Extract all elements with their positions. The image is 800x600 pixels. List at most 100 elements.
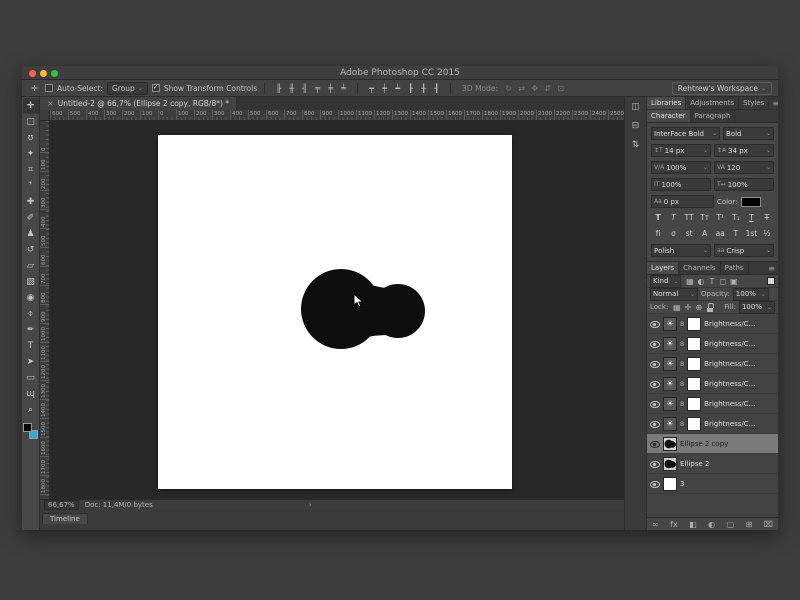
layer-mask-icon[interactable]: ◧: [689, 520, 697, 529]
close-window-button[interactable]: [29, 70, 36, 77]
visibility-eye-icon[interactable]: [650, 479, 660, 489]
marquee-tool[interactable]: ▢: [23, 114, 39, 130]
3d-rotate-icon[interactable]: ↻: [502, 84, 515, 93]
layer-row[interactable]: ☀ 8 Brightness/C...: [647, 314, 778, 334]
lock-pixels-icon[interactable]: ✛: [682, 303, 693, 312]
layer-name[interactable]: Brightness/C...: [704, 420, 775, 428]
titling-alternates-button[interactable]: T: [730, 228, 742, 240]
fractions-button[interactable]: ½: [761, 228, 773, 240]
path-selection-tool[interactable]: ➤: [23, 354, 39, 370]
subscript-button[interactable]: T₁: [730, 212, 742, 224]
auto-select-target-select[interactable]: Group: [107, 82, 148, 95]
visibility-eye-icon[interactable]: [650, 379, 660, 389]
visibility-eye-icon[interactable]: [650, 439, 660, 449]
collapsed-panel-icon-3[interactable]: ⇅: [632, 140, 640, 150]
layer-filter-toggle[interactable]: [767, 277, 775, 285]
show-transform-controls-checkbox[interactable]: [152, 84, 160, 92]
align-left-icon[interactable]: ╟: [272, 84, 285, 93]
visibility-eye-icon[interactable]: [650, 459, 660, 469]
layer-row[interactable]: ☀ 8 Brightness/C...: [647, 394, 778, 414]
workspace-select[interactable]: Rehtrew's Workspace: [672, 82, 772, 95]
tab-paragraph[interactable]: Paragraph: [691, 110, 736, 122]
layer-group-icon[interactable]: ▢: [727, 520, 735, 529]
layer-name[interactable]: Brightness/C...: [704, 320, 775, 328]
move-tool[interactable]: ✛: [23, 98, 39, 114]
layer-name[interactable]: Brightness/C...: [704, 400, 775, 408]
tab-adjustments[interactable]: Adjustments: [686, 97, 739, 109]
adjustment-thumbnail[interactable]: ☀: [663, 417, 677, 431]
auto-select-checkbox[interactable]: [45, 84, 53, 92]
filter-adjustment-icon[interactable]: ◐: [695, 277, 706, 286]
lock-transparent-icon[interactable]: ▦: [671, 303, 682, 312]
layer-name[interactable]: Brightness/C...: [704, 380, 775, 388]
panel-menu-icon[interactable]: ≡: [769, 97, 778, 109]
filter-pixel-icon[interactable]: ▦: [684, 277, 695, 286]
3d-drag-icon[interactable]: ✥: [528, 84, 541, 93]
3d-slide-icon[interactable]: ⇵: [541, 84, 554, 93]
ordinals-button[interactable]: 1st: [745, 228, 757, 240]
blend-mode-select[interactable]: Normal: [650, 288, 698, 301]
layer-row[interactable]: Ellipse 2: [647, 454, 778, 474]
foreground-color-swatch[interactable]: [23, 423, 32, 432]
language-select[interactable]: Polish: [651, 244, 711, 257]
mask-thumbnail[interactable]: [687, 417, 701, 431]
layer-filter-kind-select[interactable]: Kind: [650, 275, 681, 288]
mask-thumbnail[interactable]: [687, 397, 701, 411]
lock-position-icon[interactable]: ⊕: [693, 303, 704, 312]
3d-roll-icon[interactable]: ⇄: [515, 84, 528, 93]
opacity-select[interactable]: 100%: [733, 288, 769, 301]
align-v-center-icon[interactable]: ╪: [324, 84, 337, 93]
visibility-eye-icon[interactable]: [650, 339, 660, 349]
distribute-right-icon[interactable]: ┨: [430, 84, 443, 93]
healing-brush-tool[interactable]: ✚: [23, 194, 39, 210]
adjustment-thumbnail[interactable]: ☀: [663, 317, 677, 331]
leading-field[interactable]: ↕A 34 px: [714, 144, 774, 157]
baseline-shift-field[interactable]: Aa 0 px: [651, 195, 714, 208]
align-top-icon[interactable]: ╤: [311, 84, 324, 93]
ligatures-button[interactable]: fi: [652, 228, 664, 240]
filter-shape-icon[interactable]: ◻: [717, 277, 728, 286]
filter-type-icon[interactable]: T: [706, 277, 717, 286]
discretionary-ligatures-button[interactable]: st: [683, 228, 695, 240]
history-brush-tool[interactable]: ↺: [23, 242, 39, 258]
layer-thumbnail[interactable]: [663, 457, 677, 471]
kerning-field[interactable]: V/A 100%: [651, 161, 711, 174]
status-expand-arrow[interactable]: ›: [309, 501, 312, 509]
new-layer-icon[interactable]: ⊞: [746, 520, 753, 529]
canvas-viewport[interactable]: [50, 121, 624, 499]
shape-tool[interactable]: ▭: [23, 370, 39, 386]
fill-select[interactable]: 100%: [739, 301, 775, 314]
layer-row-selected[interactable]: Ellipse 2 copy: [647, 434, 778, 454]
adjustment-thumbnail[interactable]: ☀: [663, 377, 677, 391]
tab-libraries[interactable]: Libraries: [647, 97, 686, 109]
quick-selection-tool[interactable]: ✦: [23, 146, 39, 162]
underline-button[interactable]: T: [745, 212, 757, 224]
tab-channels[interactable]: Channels: [679, 262, 720, 274]
align-right-icon[interactable]: ╢: [298, 84, 311, 93]
layer-name[interactable]: Ellipse 2: [680, 460, 775, 468]
timeline-panel-tab[interactable]: Timeline: [42, 513, 88, 524]
mask-thumbnail[interactable]: [687, 317, 701, 331]
horizontal-ruler[interactable]: 6005004003002001000100200300400500600700…: [50, 110, 624, 120]
layer-thumbnail[interactable]: [663, 477, 677, 491]
layer-row[interactable]: ☀ 8 Brightness/C...: [647, 374, 778, 394]
zoom-tool[interactable]: ⌕: [23, 402, 39, 418]
tab-paths[interactable]: Paths: [721, 262, 749, 274]
align-bottom-icon[interactable]: ╧: [337, 84, 350, 93]
mask-thumbnail[interactable]: [687, 357, 701, 371]
font-style-select[interactable]: Bold: [723, 127, 774, 140]
align-h-center-icon[interactable]: ╫: [285, 84, 298, 93]
zoom-level-field[interactable]: 66,67%: [44, 500, 79, 510]
eraser-tool[interactable]: ▱: [23, 258, 39, 274]
document-tab[interactable]: × Untitled-2 @ 66,7% (Ellipse 2 copy, RG…: [40, 97, 237, 110]
distribute-bottom-icon[interactable]: ┷: [391, 84, 404, 93]
visibility-eye-icon[interactable]: [650, 319, 660, 329]
adjustment-thumbnail[interactable]: ☀: [663, 337, 677, 351]
collapsed-panel-icon-2[interactable]: ⊟: [632, 121, 640, 131]
adjustment-thumbnail[interactable]: ☀: [663, 397, 677, 411]
lasso-tool[interactable]: ʊ: [23, 130, 39, 146]
all-caps-button[interactable]: TT: [683, 212, 695, 224]
filter-smart-icon[interactable]: ▣: [728, 277, 739, 286]
contextual-alternates-button[interactable]: σ: [668, 228, 680, 240]
strikethrough-button[interactable]: T: [761, 212, 773, 224]
